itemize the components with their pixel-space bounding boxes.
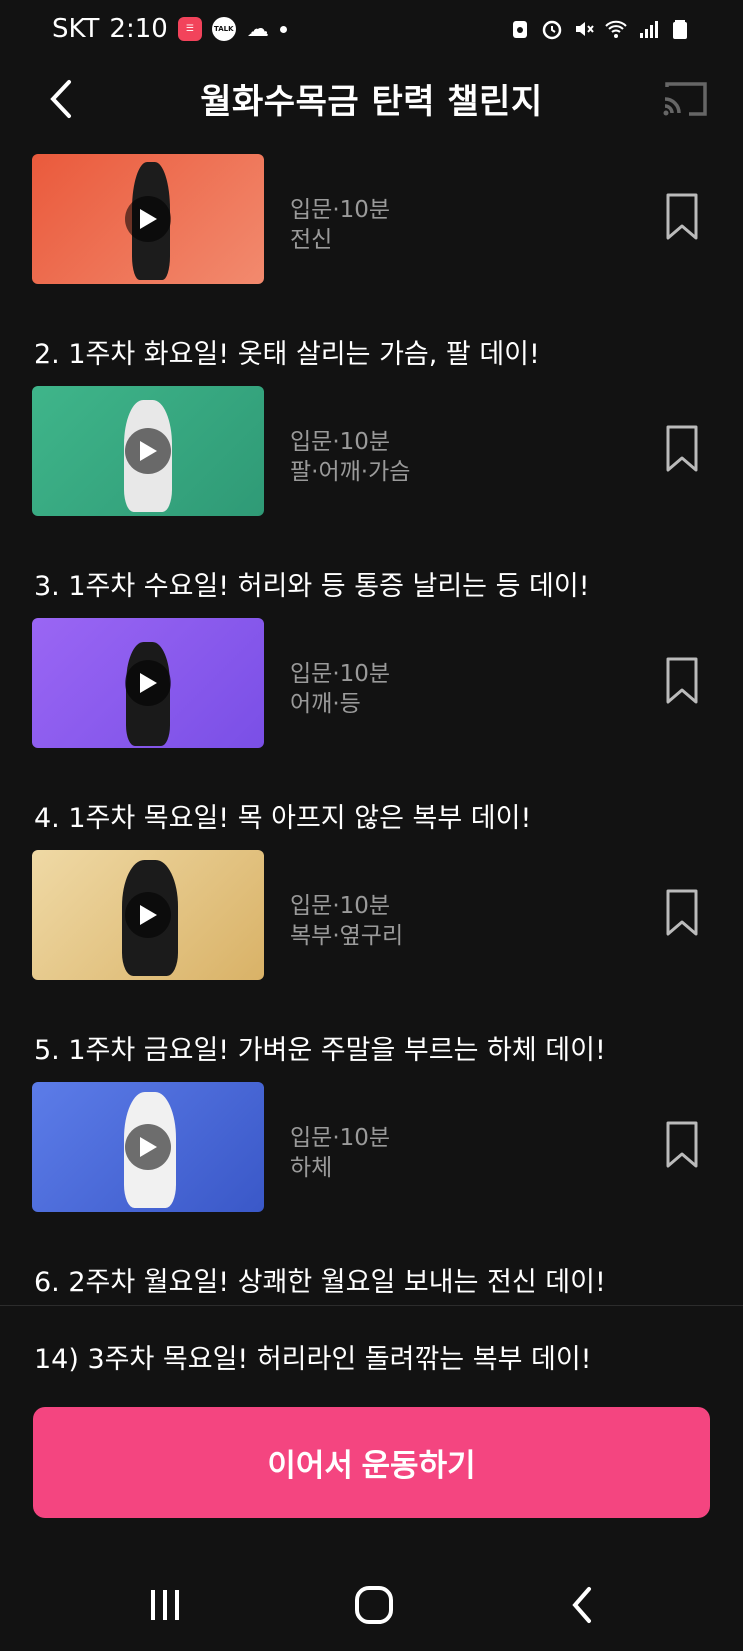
- play-icon: [140, 209, 157, 229]
- alarm-icon: [542, 20, 562, 40]
- bookmark-icon[interactable]: [664, 424, 700, 474]
- workout-card-5[interactable]: 입문·10분 하체: [32, 1082, 732, 1212]
- system-nav-bar: [0, 1560, 743, 1651]
- cloud-icon: ☁: [246, 16, 269, 42]
- bookmark-icon[interactable]: [664, 192, 700, 242]
- recents-button[interactable]: [135, 1580, 195, 1630]
- page-title: 월화수목금 탄력 챌린지: [200, 82, 543, 122]
- workout-meta: 입문·10분: [290, 197, 391, 223]
- workout-title-4[interactable]: 4. 1주차 목요일! 목 아프지 않은 복부 데이!: [34, 796, 531, 835]
- play-button[interactable]: [125, 428, 171, 474]
- dot-icon: [279, 25, 287, 33]
- current-workout-label: 14) 3주차 목요일! 허리라인 돌려깎는 복부 데이!: [34, 1344, 592, 1375]
- status-right: [509, 18, 691, 40]
- back-icon: [572, 1587, 591, 1623]
- play-button[interactable]: [125, 196, 171, 242]
- workout-thumbnail[interactable]: [32, 618, 264, 748]
- body-part-label: 팔·어깨·가슴: [290, 459, 411, 485]
- play-button[interactable]: [125, 660, 171, 706]
- duration-label: 10분: [339, 197, 391, 223]
- workout-thumbnail[interactable]: [32, 1082, 264, 1212]
- play-button[interactable]: [125, 892, 171, 938]
- body-part-label: 어깨·등: [290, 691, 361, 717]
- recycle-icon: [513, 21, 527, 38]
- workout-card-2[interactable]: 입문·10분 팔·어깨·가슴: [32, 386, 732, 516]
- home-button[interactable]: [344, 1580, 404, 1630]
- play-icon: [140, 905, 157, 925]
- workout-title-2[interactable]: 2. 1주차 화요일! 옷태 살리는 가슴, 팔 데이!: [34, 332, 540, 371]
- status-left: SKT 2:10 ☰ TALK ☁: [52, 14, 287, 44]
- workout-title-5[interactable]: 5. 1주차 금요일! 가벼운 주말을 부르는 하체 데이!: [34, 1028, 606, 1067]
- workout-list[interactable]: 입문·10분 전신 2. 1주차 화요일! 옷태 살리는 가슴, 팔 데이! 입…: [0, 138, 743, 1303]
- home-icon: [355, 1586, 393, 1624]
- bookmark-icon[interactable]: [664, 656, 700, 706]
- duration-label: 10분: [339, 1125, 391, 1151]
- workout-thumbnail[interactable]: [32, 154, 264, 284]
- workout-thumbnail[interactable]: [32, 386, 264, 516]
- divider: [0, 1305, 743, 1306]
- play-icon: [140, 673, 157, 693]
- recents-icon: [151, 1590, 179, 1620]
- workout-title-6[interactable]: 6. 2주차 월요일! 상쾌한 월요일 보내는 전신 데이!: [34, 1260, 606, 1299]
- bookmark-icon[interactable]: [664, 1120, 700, 1170]
- body-part-label: 복부·옆구리: [290, 923, 404, 949]
- workout-meta: 입문·10분: [290, 1125, 391, 1151]
- time-label: 2:10: [109, 14, 168, 44]
- workout-meta: 입문·10분: [290, 429, 391, 455]
- kakaotalk-icon: TALK: [211, 17, 236, 41]
- system-back-button[interactable]: [552, 1580, 612, 1630]
- mute-icon: [576, 22, 594, 36]
- body-part-label: 전신: [290, 227, 333, 253]
- play-button[interactable]: [125, 1124, 171, 1170]
- cast-button[interactable]: [659, 76, 711, 122]
- workout-card-1[interactable]: 입문·10분 전신: [32, 154, 732, 284]
- continue-workout-button[interactable]: 이어서 운동하기: [33, 1407, 710, 1518]
- workout-meta: 입문·10분: [290, 893, 391, 919]
- app-red-icon: ☰: [177, 17, 202, 41]
- battery-icon: [673, 20, 687, 39]
- cast-icon: [663, 82, 707, 116]
- workout-card-3[interactable]: 입문·10분 어깨·등: [32, 618, 732, 748]
- bookmark-icon[interactable]: [664, 888, 700, 938]
- signal-icon: [640, 21, 658, 38]
- carrier-label: SKT: [52, 14, 100, 44]
- play-icon: [140, 1137, 157, 1157]
- play-icon: [140, 441, 157, 461]
- header: 월화수목금 탄력 챌린지: [0, 62, 743, 134]
- workout-meta: 입문·10분: [290, 661, 391, 687]
- workout-card-4[interactable]: 입문·10분 복부·옆구리: [32, 850, 732, 980]
- body-part-label: 하체: [290, 1155, 333, 1181]
- status-bar: SKT 2:10 ☰ TALK ☁: [0, 0, 743, 62]
- workout-title-3[interactable]: 3. 1주차 수요일! 허리와 등 통증 날리는 등 데이!: [34, 564, 590, 603]
- workout-thumbnail[interactable]: [32, 850, 264, 980]
- wifi-icon: [605, 20, 627, 38]
